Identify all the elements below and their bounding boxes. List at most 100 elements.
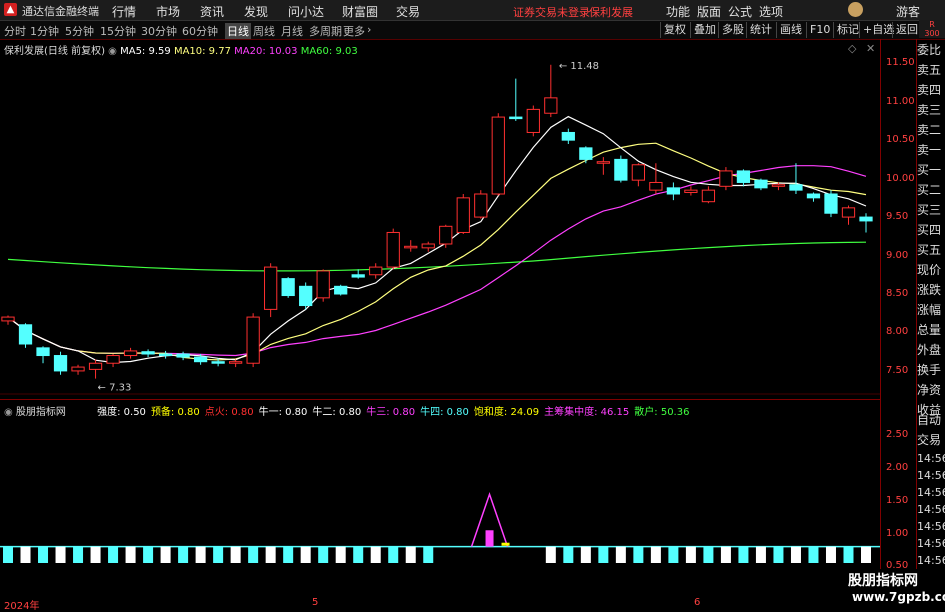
draw-button[interactable]: 画线 — [776, 22, 805, 38]
side-item-16[interactable]: 换手 — [917, 360, 945, 380]
indicator-square — [248, 546, 259, 563]
side-item-5[interactable]: 卖一 — [917, 140, 945, 160]
indicator-square — [55, 546, 66, 563]
chart-canvas[interactable]: ← 11.48 ← 7.33 — [0, 39, 880, 609]
mark-button[interactable]: 标记 — [833, 22, 862, 38]
menu-trade[interactable]: 交易 — [396, 3, 420, 20]
candle-body — [193, 356, 208, 363]
login-warning[interactable]: 证券交易未登录 — [513, 4, 590, 20]
menu-layout[interactable]: 版面 — [697, 3, 721, 20]
period-timeshare[interactable]: 分时 — [4, 23, 26, 39]
price-tick: 9.00 — [886, 249, 909, 261]
indicator-legend: ◉ 股朋指标网 强度: 0.50 预备: 0.80 点火: 0.80 牛一: 0.80… — [4, 403, 694, 418]
more-chevron-icon[interactable]: › — [367, 23, 371, 36]
indicator-name[interactable]: 股朋指标网 — [16, 407, 66, 418]
side-item-11[interactable]: 现价 — [917, 260, 945, 280]
period-more[interactable]: 更多 — [343, 23, 365, 39]
menu-options[interactable]: 选项 — [759, 3, 783, 20]
candle-body — [299, 285, 313, 307]
candle-body — [561, 131, 575, 141]
indicator-square — [160, 546, 171, 563]
f10-button[interactable]: F10 — [806, 22, 833, 38]
period-multi[interactable]: 多周期 — [309, 23, 342, 39]
user-avatar-icon[interactable] — [848, 2, 863, 17]
settings-icon[interactable]: ◇ — [848, 42, 856, 55]
axis-divider — [880, 39, 881, 609]
period-monthly[interactable]: 月线 — [281, 23, 303, 39]
candle-body — [596, 161, 610, 164]
menu-market[interactable]: 市场 — [156, 3, 180, 20]
stats-button[interactable]: 统计 — [746, 22, 775, 38]
side-item-14[interactable]: 总量 — [917, 320, 945, 340]
multi-stock-button[interactable]: 多股 — [718, 22, 747, 38]
stock-label[interactable]: 保利发展(日线 前复权) — [4, 46, 105, 57]
side-item-15[interactable]: 外盘 — [917, 340, 945, 360]
side-item-1[interactable]: 卖五 — [917, 60, 945, 80]
candle-body — [281, 278, 295, 297]
side-lower-item-4: 14:56 — [917, 486, 945, 499]
watermark-line1: 股朋指标网 — [848, 573, 918, 589]
side-lower-item-8: 14:56 — [917, 554, 945, 567]
r-badge[interactable]: R 300 — [919, 20, 945, 38]
period-30min[interactable]: 30分钟 — [141, 23, 177, 39]
menu-formula[interactable]: 公式 — [728, 3, 752, 20]
indicator-square — [20, 546, 31, 563]
indicator-square — [685, 546, 696, 563]
candle-body — [474, 193, 488, 218]
side-item-0[interactable]: 委比 — [917, 40, 945, 60]
side-item-3[interactable]: 卖三 — [917, 100, 945, 120]
menu-ask[interactable]: 问小达 — [288, 3, 324, 20]
side-item-9[interactable]: 买四 — [917, 220, 945, 240]
price-tick: 8.00 — [886, 326, 909, 338]
menu-quotes[interactable]: 行情 — [112, 3, 136, 20]
side-item-7[interactable]: 买二 — [917, 180, 945, 200]
main-legend: 保利发展(日线 前复权) ◉ MA5: 9.59 MA10: 9.77 MA20… — [4, 42, 358, 57]
low-price-label: ← 7.33 — [98, 383, 132, 394]
menu-discover[interactable]: 发现 — [244, 3, 268, 20]
date-label-june: 6 — [694, 597, 701, 608]
side-item-4[interactable]: 卖二 — [917, 120, 945, 140]
period-60min[interactable]: 60分钟 — [182, 23, 218, 39]
indicator-square — [318, 546, 329, 563]
legend-toggle-icon[interactable]: ◉ — [108, 46, 117, 57]
menu-function[interactable]: 功能 — [666, 3, 690, 20]
indicator-value-2: 点火: 0.80 — [204, 407, 254, 418]
indicator-square — [861, 546, 871, 563]
indicator-square — [668, 546, 679, 563]
overlay-button[interactable]: 叠加 — [690, 22, 719, 38]
indicator-value-7: 饱和度: 24.09 — [473, 407, 540, 418]
ma10-label: MA10: 9.77 — [173, 46, 231, 57]
candle-body — [176, 353, 190, 358]
side-item-12[interactable]: 涨跌 — [917, 280, 945, 300]
candle-body — [456, 197, 470, 233]
period-daily[interactable]: 日线 — [225, 23, 251, 39]
signal-mark — [501, 542, 510, 546]
side-item-6[interactable]: 买一 — [917, 160, 945, 180]
side-item-2[interactable]: 卖四 — [917, 80, 945, 100]
indicator-toggle-icon[interactable]: ◉ — [4, 407, 13, 418]
indicator-square — [738, 546, 749, 563]
side-item-8[interactable]: 买三 — [917, 200, 945, 220]
price-tick: 8.50 — [886, 288, 909, 299]
guest-label[interactable]: 游客 — [896, 3, 920, 20]
candle-body — [246, 316, 260, 364]
period-15min[interactable]: 15分钟 — [100, 23, 136, 39]
back-button[interactable]: 返回 — [892, 22, 921, 38]
side-lower-item-5: 14:56 — [917, 503, 945, 516]
side-item-10[interactable]: 买五 — [917, 240, 945, 260]
adjust-button[interactable]: 复权 — [660, 22, 689, 38]
candle-body — [36, 347, 50, 357]
period-1min[interactable]: 1分钟 — [30, 23, 59, 39]
menu-wealth[interactable]: 财富圈 — [342, 3, 378, 20]
period-weekly[interactable]: 周线 — [253, 23, 275, 39]
period-5min[interactable]: 5分钟 — [65, 23, 94, 39]
side-lower-item-1[interactable]: 交易 — [917, 430, 945, 450]
close-icon[interactable]: ✕ — [866, 42, 875, 55]
menu-news[interactable]: 资讯 — [200, 3, 224, 20]
side-item-17[interactable]: 净资 — [917, 380, 945, 400]
side-lower-item-0[interactable]: 自动 — [917, 410, 945, 430]
candle-body — [369, 266, 383, 276]
side-item-13[interactable]: 涨幅 — [917, 300, 945, 320]
r-badge-top: R — [929, 20, 935, 29]
candle-body — [421, 243, 435, 249]
